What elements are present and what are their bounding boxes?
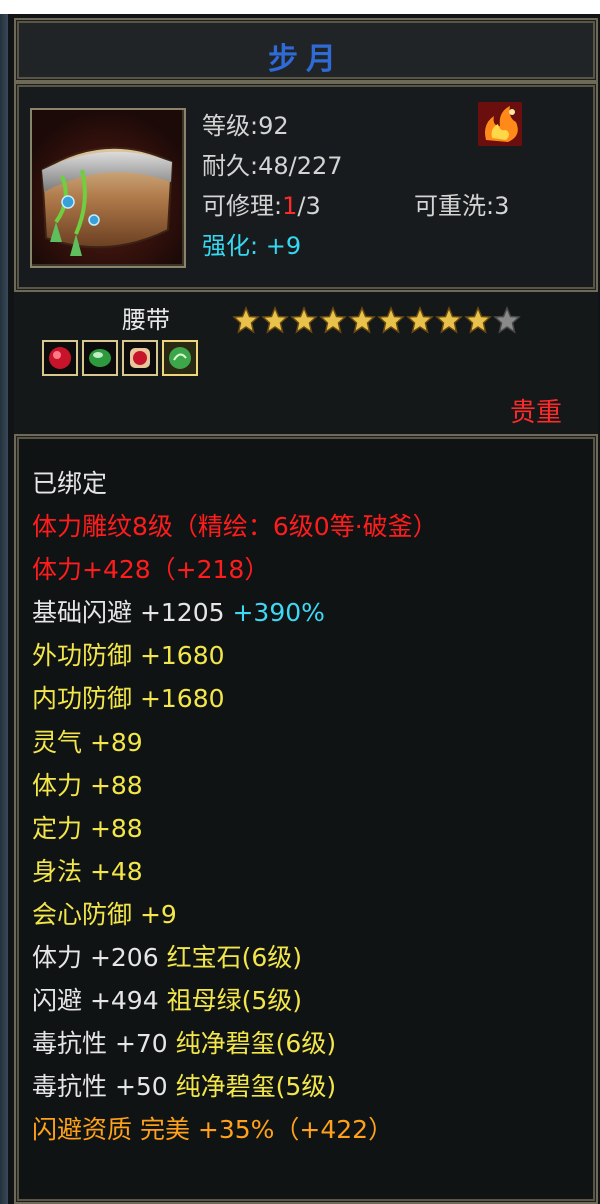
attribute-extra: 祖母绿(5级) [158,986,302,1016]
item-type: 腰带 [122,306,170,334]
attribute-text: 灵气 +89 [32,727,143,757]
attributes-panel: 已绑定体力雕纹8级（精绘：6级0等·破釜） 体力+428（+218） 基础闪避 +1… [14,434,598,1204]
attribute-row: 闪避资质 完美 +35%（+422） [32,1112,438,1155]
enhance-label: 强化: [202,232,266,260]
gem-slots [42,340,198,376]
item-name: 步月 [268,42,344,77]
jade-gem-icon[interactable] [162,340,198,376]
attribute-row: 外功防御 +1680 [32,638,438,681]
star-filled-icon [319,306,347,334]
attribute-text: 身法 +48 [32,856,143,886]
item-info-panel: 等级:92 耐久:48/227 可修理:1/3 可重洗:3 强化: +9 [14,82,598,292]
star-filled-icon [464,306,492,334]
attribute-row: 毒抗性 +70 纯净碧玺(6级) [32,1026,438,1069]
attribute-row: 体力雕纹8级（精绘：6级0等·破釜） [32,509,438,552]
attribute-extra: 纯净碧玺(6级) [167,1029,337,1059]
attribute-row: 已绑定 [32,466,438,509]
attribute-row: 体力 +88 [32,768,438,811]
attribute-row: 内功防御 +1680 [32,681,438,724]
attribute-row: 基础闪避 +1205 +390% [32,595,438,638]
flame-icon [478,102,522,146]
repair-total: /3 [297,192,321,220]
attribute-text: 体力+428（+218） [32,555,270,585]
star-filled-icon [290,306,318,334]
enhance-value: +9 [265,232,302,260]
attribute-row: 毒抗性 +50 纯净碧玺(5级) [32,1069,438,1112]
attribute-text: 体力雕纹8级（精绘：6级0等·破釜） [32,512,438,542]
green-gem-icon[interactable] [82,340,118,376]
star-filled-icon [348,306,376,334]
star-filled-icon [261,306,289,334]
attribute-text: 内功防御 +1680 [32,684,225,714]
star-filled-icon [435,306,463,334]
star-filled-icon [406,306,434,334]
red-gem-icon[interactable] [42,340,78,376]
attribute-text: 闪避 +494 [32,986,159,1016]
attribute-row: 会心防御 +9 [32,897,438,940]
attribute-text: 定力 +88 [32,813,143,843]
attribute-row: 灵气 +89 [32,725,438,768]
attribute-extra: 纯净碧玺(5级) [167,1072,337,1102]
attribute-text: 体力 +206 [32,943,159,973]
title-bar: 步月 [14,18,598,82]
attribute-row: 身法 +48 [32,854,438,897]
item-tooltip: 步月 等级:92 耐久:48/227 可修理:1/3 可重洗:3 强化: +9 … [8,14,600,1204]
ruby-gem-icon[interactable] [122,340,158,376]
repair-label: 可修理: [202,192,283,220]
attribute-text: 外功防御 +1680 [32,641,225,671]
belt-icon [30,108,186,268]
attribute-row: 体力+428（+218） [32,552,438,595]
attribute-text: 闪避资质 完美 +35%（+422） [32,1115,394,1145]
durability-text: 耐久:48/227 [202,152,343,180]
attribute-row: 体力 +206 红宝石(6级) [32,940,438,983]
level-text: 等级:92 [202,112,289,140]
attribute-text: 会心防御 +9 [32,899,177,929]
attribute-text: 基础闪避 +1205 [32,598,225,628]
attribute-row: 闪避 +494 祖母绿(5级) [32,983,438,1026]
background-window-edge [0,14,8,1204]
repair-used: 1 [282,192,298,220]
star-filled-icon [377,306,405,334]
attribute-extra: +390% [224,598,325,628]
star-filled-icon [232,306,260,334]
type-panel: 腰带 贵重 [14,292,598,434]
rewash-text: 可重洗:3 [414,192,510,220]
enhance-info: 强化: +9 [202,226,301,261]
attribute-text: 毒抗性 +50 [32,1072,168,1102]
attribute-text: 体力 +88 [32,770,143,800]
attribute-extra: 红宝石(6级) [158,943,302,973]
star-empty-icon [493,306,521,334]
attribute-list: 已绑定体力雕纹8级（精绘：6级0等·破釜） 体力+428（+218） 基础闪避 +1… [32,466,438,1156]
star-rating [232,306,521,334]
attribute-text: 毒抗性 +70 [32,1029,168,1059]
attribute-row: 定力 +88 [32,811,438,854]
quality-label: 贵重 [509,398,562,428]
repair-info: 可修理:1/3 [202,186,321,221]
attribute-text: 已绑定 [32,469,108,498]
